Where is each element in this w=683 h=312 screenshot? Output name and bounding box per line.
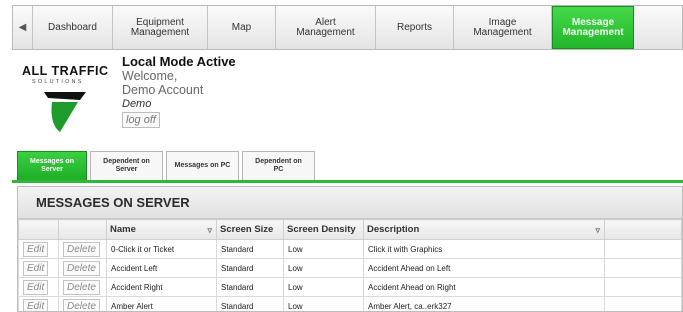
account-panel: Local Mode Active Welcome, Demo Account … bbox=[122, 54, 236, 128]
subtab-underline bbox=[12, 180, 683, 183]
cell-description: Amber Alert, ca..erk327 bbox=[363, 296, 605, 311]
column-header-description-label: Description bbox=[367, 224, 420, 235]
column-header-screen-size[interactable]: Screen Size bbox=[216, 219, 284, 240]
cell-name: 0-Click it or Ticket bbox=[106, 239, 217, 259]
main-nav: ◀ Dashboard Equipment Management Map Ale… bbox=[12, 5, 683, 50]
delete-button[interactable]: Delete bbox=[63, 279, 100, 295]
subtab-dependent-on-server[interactable]: Dependent on Server bbox=[90, 151, 163, 180]
cell-density: Low bbox=[283, 296, 364, 311]
messages-panel: MESSAGES ON SERVER Name ▿ Screen Size Scr… bbox=[17, 186, 683, 312]
table-row: Edit Delete 0-Click it or Ticket Standar… bbox=[18, 239, 682, 259]
subtab-dependent-on-pc[interactable]: Dependent on PC bbox=[242, 151, 315, 180]
message-subtabs: Messages on Server Dependent on Server M… bbox=[17, 151, 315, 180]
delete-button[interactable]: Delete bbox=[63, 260, 100, 276]
logo-subtitle: SOLUTIONS bbox=[32, 79, 84, 85]
cell-size: Standard bbox=[216, 258, 284, 278]
nav-tab-message-management[interactable]: Message Management bbox=[552, 6, 634, 49]
delete-button[interactable]: Delete bbox=[63, 241, 100, 257]
cell-density: Low bbox=[283, 277, 364, 297]
cell-size: Standard bbox=[216, 296, 284, 311]
cell-description: Accident Ahead on Left bbox=[363, 258, 605, 278]
cell-name: Accident Right bbox=[106, 277, 217, 297]
cell-extra bbox=[604, 239, 682, 259]
nav-filler bbox=[634, 6, 682, 49]
cell-density: Low bbox=[283, 258, 364, 278]
nav-tab-map[interactable]: Map bbox=[208, 6, 276, 49]
table-row: Edit Delete Accident Left Standard Low A… bbox=[18, 258, 682, 278]
column-header-screen-density[interactable]: Screen Density bbox=[283, 219, 364, 240]
nav-tab-alert-management[interactable]: Alert Management bbox=[276, 6, 376, 49]
edit-button[interactable]: Edit bbox=[23, 298, 49, 311]
panel-title: MESSAGES ON SERVER bbox=[18, 187, 682, 219]
mode-status: Local Mode Active bbox=[122, 54, 236, 69]
cell-description: Click it with Graphics bbox=[363, 239, 605, 259]
cell-extra bbox=[604, 277, 682, 297]
logo-title: ALL TRAFFIC bbox=[22, 64, 109, 78]
table-header-row: Name ▿ Screen Size Screen Density Descrip… bbox=[18, 219, 682, 240]
column-header-description[interactable]: Description ▿ bbox=[363, 219, 605, 240]
nav-tab-equipment-management[interactable]: Equipment Management bbox=[113, 6, 208, 49]
column-header-edit bbox=[18, 219, 59, 240]
edit-button[interactable]: Edit bbox=[23, 279, 49, 295]
edit-button[interactable]: Edit bbox=[23, 241, 49, 257]
user-name: Demo bbox=[122, 98, 152, 110]
column-header-name-label: Name bbox=[110, 224, 136, 235]
logoff-button[interactable]: log off bbox=[122, 112, 160, 128]
cell-name: Amber Alert bbox=[106, 296, 217, 311]
delete-button[interactable]: Delete bbox=[63, 298, 100, 311]
cell-extra bbox=[604, 258, 682, 278]
table-row: Edit Delete Amber Alert Standard Low Amb… bbox=[18, 296, 682, 311]
nav-tab-image-management[interactable]: Image Management bbox=[454, 6, 552, 49]
cell-extra bbox=[604, 296, 682, 311]
table-row: Edit Delete Accident Right Standard Low … bbox=[18, 277, 682, 297]
nav-tab-reports[interactable]: Reports bbox=[376, 6, 454, 49]
cell-density: Low bbox=[283, 239, 364, 259]
cell-name: Accident Left bbox=[106, 258, 217, 278]
cell-size: Standard bbox=[216, 239, 284, 259]
edit-button[interactable]: Edit bbox=[23, 260, 49, 276]
nav-tab-dashboard[interactable]: Dashboard bbox=[33, 6, 113, 49]
subtab-messages-on-server[interactable]: Messages on Server bbox=[17, 151, 87, 180]
company-logo: ALL TRAFFIC SOLUTIONS bbox=[22, 64, 112, 144]
filter-icon[interactable]: ▿ bbox=[595, 225, 600, 236]
cell-description: Accident Ahead on Right bbox=[363, 277, 605, 297]
logo-mark-icon bbox=[44, 92, 86, 132]
filter-icon[interactable]: ▿ bbox=[207, 225, 212, 236]
subtab-messages-on-pc[interactable]: Messages on PC bbox=[166, 151, 239, 180]
cell-size: Standard bbox=[216, 277, 284, 297]
welcome-text: Welcome, bbox=[122, 69, 178, 83]
column-header-name[interactable]: Name ▿ bbox=[106, 219, 217, 240]
nav-scroll-left-icon[interactable]: ◀ bbox=[13, 6, 33, 49]
column-header-delete bbox=[58, 219, 107, 240]
column-header-extra bbox=[604, 219, 682, 240]
account-name: Demo Account bbox=[122, 83, 204, 97]
messages-table: Name ▿ Screen Size Screen Density Descrip… bbox=[18, 219, 682, 311]
